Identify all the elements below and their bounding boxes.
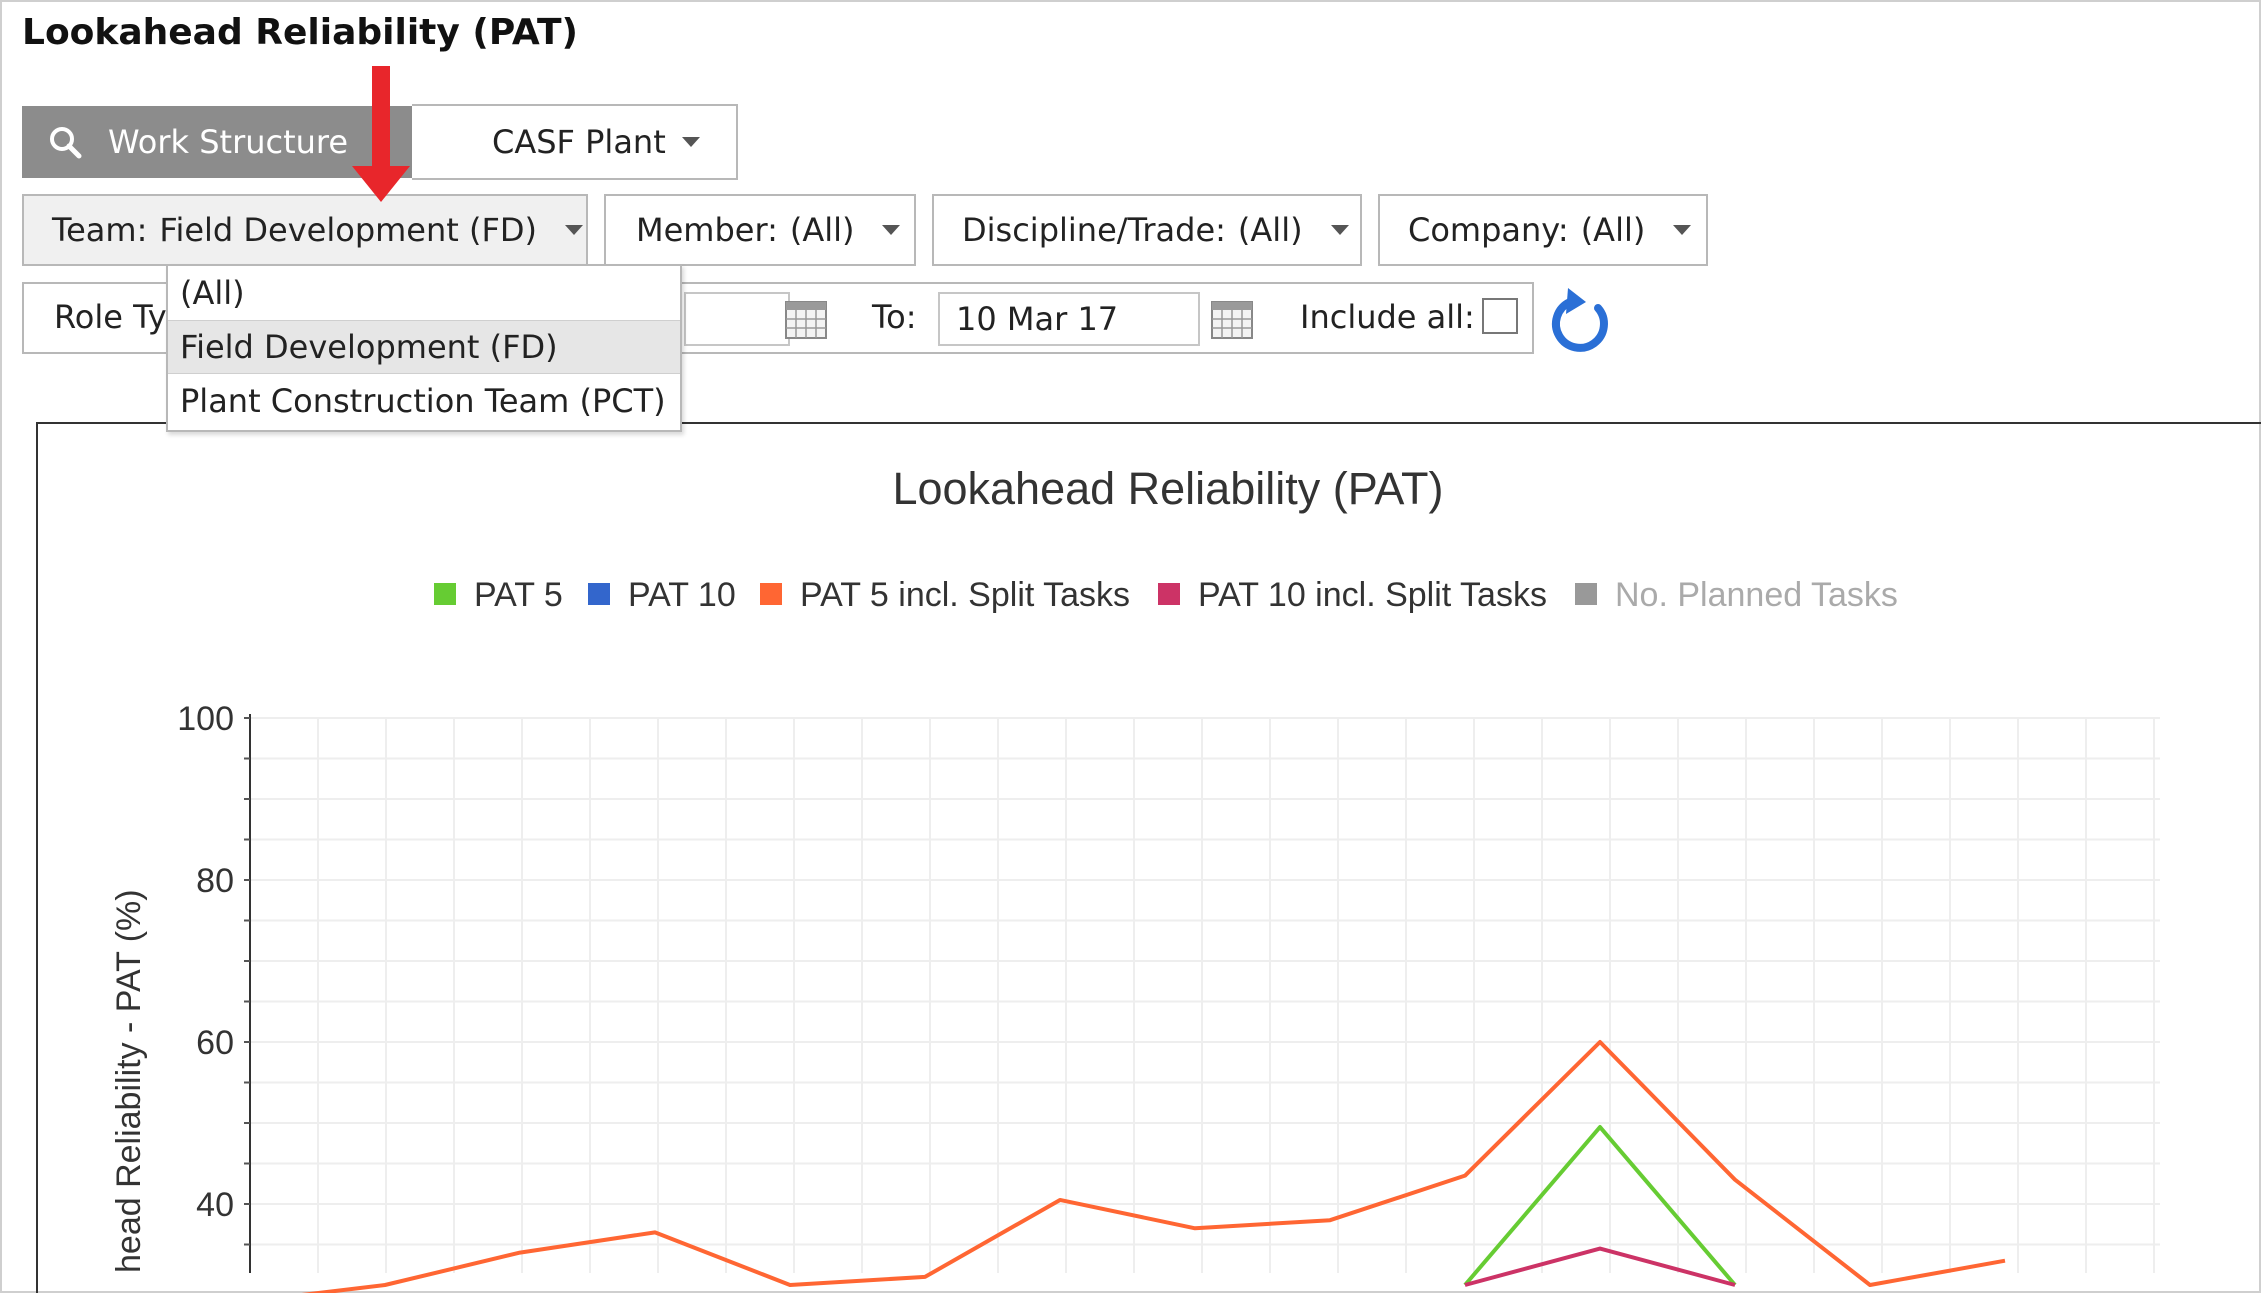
y-axis-label: head Reliability - PAT (%) [110, 889, 148, 1273]
work-structure-label: Work Structure [108, 123, 349, 161]
include-all-label: Include all: [1300, 298, 1475, 336]
role-type-dropdown[interactable]: Role Ty [54, 298, 167, 336]
discipline-filter-value: (All) [1237, 211, 1303, 249]
red-arrow-annotation [352, 66, 410, 202]
discipline-filter-dropdown[interactable]: Discipline/Trade: (All) [932, 194, 1362, 266]
chevron-down-icon [882, 225, 901, 235]
member-filter-dropdown[interactable]: Member: (All) [604, 194, 916, 266]
legend-swatch [1158, 583, 1180, 605]
discipline-filter-label: Discipline/Trade: [962, 211, 1226, 249]
chart-title: Lookahead Reliability (PAT) [892, 463, 1443, 514]
chart-container [36, 422, 2261, 1293]
chevron-down-icon [565, 225, 583, 235]
chevron-down-icon [681, 137, 700, 147]
legend-swatch [760, 583, 782, 605]
legend-label: PAT 10 incl. Split Tasks [1198, 576, 1547, 614]
team-dropdown-menu: (All) Field Development (FD) Plant Const… [166, 264, 682, 432]
plant-value: CASF Plant [492, 123, 666, 161]
company-filter-label: Company: [1408, 211, 1569, 249]
company-filter-value: (All) [1580, 211, 1646, 249]
calendar-icon[interactable] [784, 300, 828, 340]
legend-swatch [588, 583, 610, 605]
team-option-plant-construction[interactable]: Plant Construction Team (PCT) [168, 374, 680, 428]
calendar-icon[interactable] [1210, 300, 1254, 340]
legend-label: PAT 10 [628, 576, 736, 614]
to-date-input[interactable]: 10 Mar 17 [938, 292, 1200, 346]
y-tick-label: 100 [177, 700, 234, 738]
team-filter-label: Team: [52, 211, 148, 249]
y-tick-label: 80 [196, 862, 234, 900]
plant-dropdown[interactable]: CASF Plant [412, 104, 738, 180]
member-filter-label: Member: [636, 211, 778, 249]
page-title: Lookahead Reliability (PAT) [22, 12, 578, 53]
team-filter-dropdown[interactable]: Team: Field Development (FD) [22, 194, 588, 266]
legend-label: PAT 5 [474, 576, 563, 614]
legend-label: No. Planned Tasks [1615, 576, 1898, 614]
y-tick-label: 60 [196, 1024, 234, 1062]
legend-swatch [434, 583, 456, 605]
to-date-label: To: [872, 298, 917, 336]
search-icon [50, 127, 82, 159]
y-tick-label: 40 [196, 1186, 234, 1224]
team-filter-value: Field Development (FD) [159, 211, 537, 249]
legend-label: PAT 5 incl. Split Tasks [800, 576, 1130, 614]
from-date-input[interactable] [684, 292, 790, 346]
company-filter-dropdown[interactable]: Company: (All) [1378, 194, 1708, 266]
chevron-down-icon [1330, 225, 1349, 235]
chevron-down-icon [1673, 225, 1692, 235]
member-filter-value: (All) [789, 211, 855, 249]
include-all-checkbox[interactable] [1482, 298, 1518, 334]
team-option-all[interactable]: (All) [168, 266, 680, 320]
refresh-icon[interactable] [1548, 286, 1616, 358]
team-option-field-development[interactable]: Field Development (FD) [168, 320, 680, 374]
legend-swatch [1575, 583, 1597, 605]
